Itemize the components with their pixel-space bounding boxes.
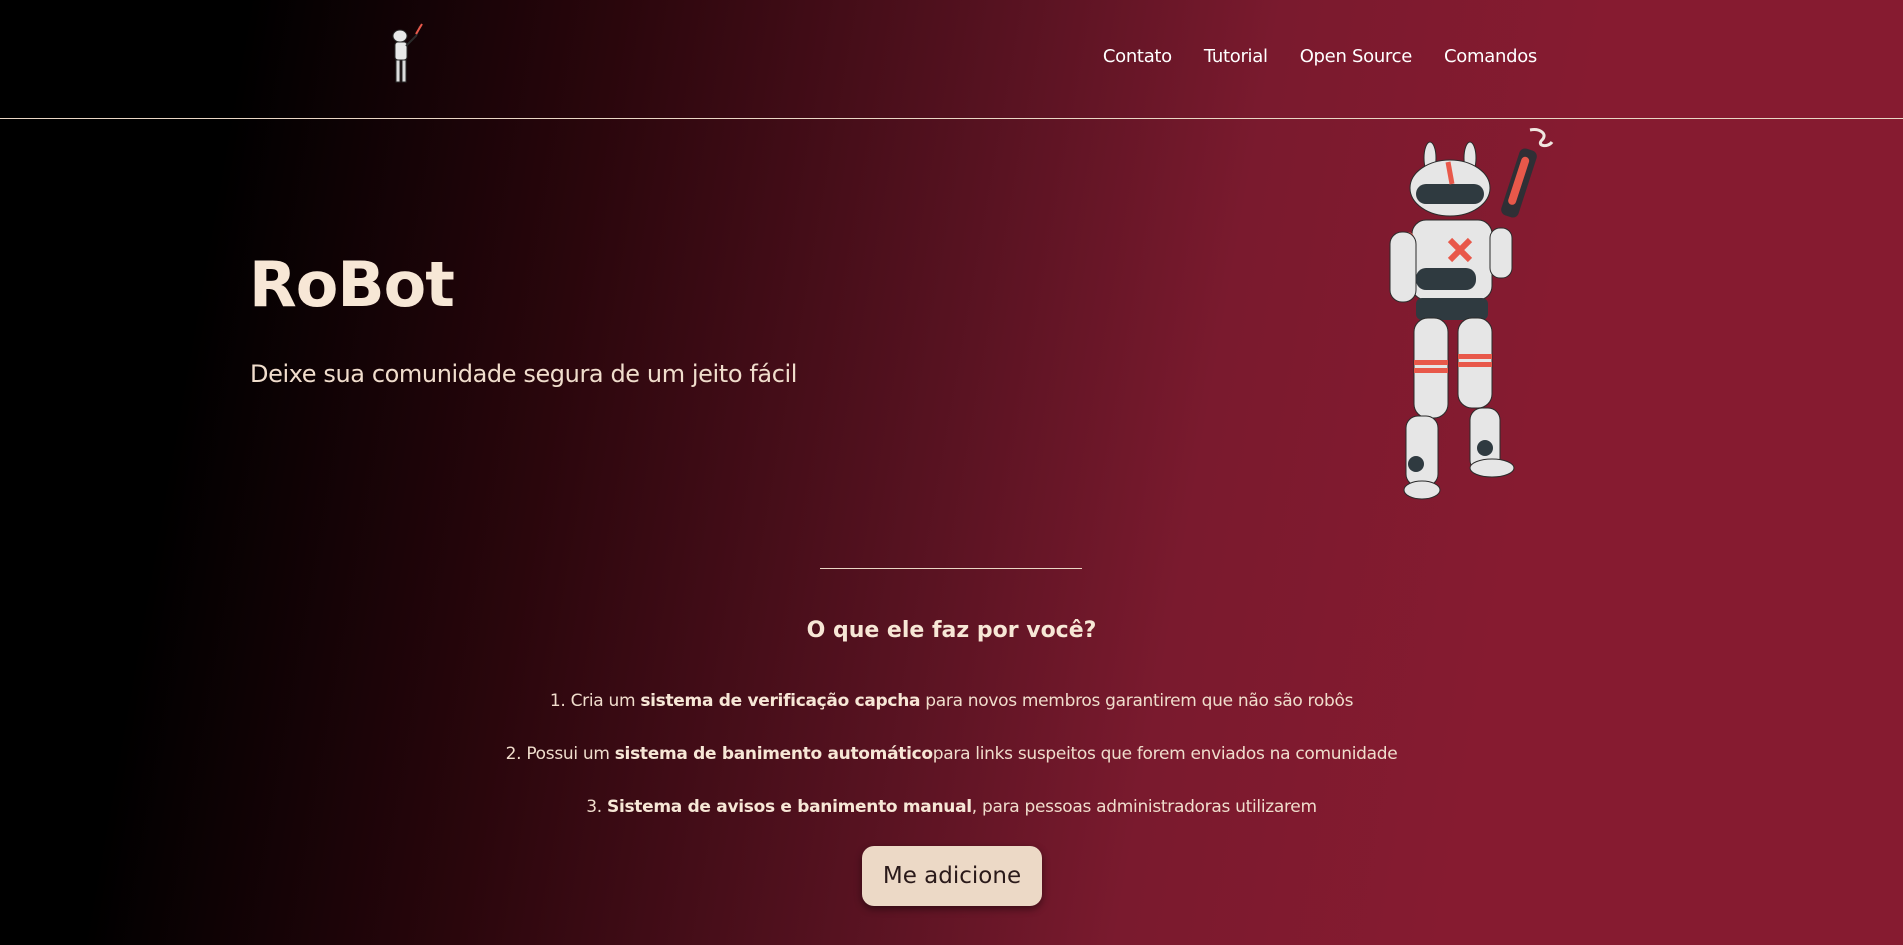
feature-bold: Sistema de avisos e banimento manual: [607, 797, 972, 817]
robot-illustration: [1389, 128, 1554, 500]
hero-subtitle: Deixe sua comunidade segura de um jeito …: [250, 360, 798, 388]
nav-link-contato[interactable]: Contato: [1103, 46, 1172, 67]
feature-prefix: 3.: [586, 797, 608, 817]
site-header: Contato Tutorial Open Source Comandos: [0, 0, 1903, 119]
nav-link-tutorial[interactable]: Tutorial: [1204, 46, 1268, 67]
nav-link-comandos[interactable]: Comandos: [1444, 46, 1537, 67]
feature-bold: sistema de verificação capcha: [640, 691, 921, 711]
feature-item: 1. Cria um sistema de verificação capcha…: [0, 688, 1903, 741]
feature-suffix: , para pessoas administradoras utilizare…: [971, 797, 1317, 817]
nav-link-open-source[interactable]: Open Source: [1300, 46, 1413, 67]
section-divider: [820, 568, 1082, 569]
add-bot-button[interactable]: Me adicione: [862, 846, 1042, 906]
features-list: 1. Cria um sistema de verificação capcha…: [0, 688, 1903, 847]
feature-prefix: 1. Cria um: [549, 691, 641, 711]
feature-item: 3. Sistema de avisos e banimento manual,…: [0, 794, 1903, 847]
main-nav: Contato Tutorial Open Source Comandos: [1071, 46, 1537, 67]
feature-suffix: para novos membros garantirem que não sã…: [920, 691, 1354, 711]
feature-suffix: para links suspeitos que forem enviados …: [932, 744, 1398, 764]
robot-logo-icon[interactable]: [386, 22, 428, 94]
hero-title: RoBot: [249, 248, 455, 321]
features-title: O que ele faz por você?: [806, 618, 1097, 643]
feature-item: 2. Possui um sistema de banimento automá…: [0, 741, 1903, 794]
feature-bold: sistema de banimento automático: [614, 744, 933, 764]
feature-prefix: 2. Possui um: [505, 744, 615, 764]
